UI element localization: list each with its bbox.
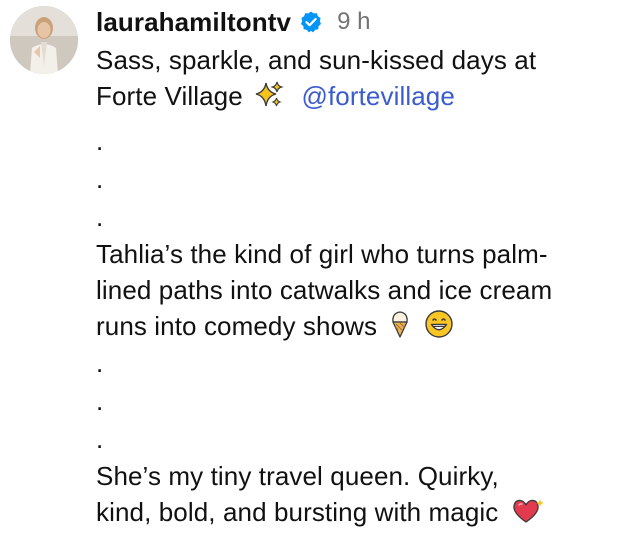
- comment-post: laurahamiltontv 9 h Sass, sparkle, and s…: [0, 0, 634, 558]
- sparkles-emoji-icon: [254, 81, 284, 109]
- avatar-photo-icon: [10, 6, 78, 74]
- caption-line: She’s my tiny travel queen. Quirky,: [96, 461, 499, 491]
- comment-header: laurahamiltontv 9 h: [96, 2, 626, 42]
- caption-dot: .: [96, 202, 104, 232]
- mention-link-fortevillage[interactable]: @fortevillage: [301, 81, 454, 111]
- timestamp[interactable]: 9 h: [337, 2, 370, 42]
- caption-dot: .: [96, 348, 104, 378]
- ice-cream-emoji-icon: [388, 309, 412, 339]
- caption-dot: .: [96, 424, 104, 454]
- caption-line: lined paths into catwalks and ice cream: [96, 275, 553, 305]
- caption-dot: .: [96, 386, 104, 416]
- caption-line: Tahlia’s the kind of girl who turns palm…: [96, 239, 548, 269]
- caption-text: Sass, sparkle, and sun-kissed days at Fo…: [96, 42, 626, 530]
- sparkling-heart-emoji-icon: [510, 497, 544, 525]
- caption-line-text: runs into comedy shows: [96, 311, 378, 341]
- caption-dot: .: [96, 164, 104, 194]
- caption-location-text: Forte Village: [96, 81, 243, 111]
- caption-line: runs into comedy shows: [96, 308, 626, 344]
- username-link[interactable]: laurahamiltontv: [96, 2, 291, 42]
- caption-line: Sass, sparkle, and sun-kissed days at: [96, 45, 537, 75]
- verified-badge-icon: [299, 10, 323, 34]
- avatar[interactable]: [10, 6, 78, 74]
- grinning-face-emoji-icon: [424, 309, 454, 339]
- caption-line: kind, bold, and bursting with magic: [96, 494, 626, 530]
- caption-line: Forte Village @fortevillage: [96, 78, 626, 114]
- comment-content: laurahamiltontv 9 h Sass, sparkle, and s…: [96, 0, 626, 530]
- caption-dot: .: [96, 126, 104, 156]
- caption-line-text: kind, bold, and bursting with magic: [96, 497, 499, 527]
